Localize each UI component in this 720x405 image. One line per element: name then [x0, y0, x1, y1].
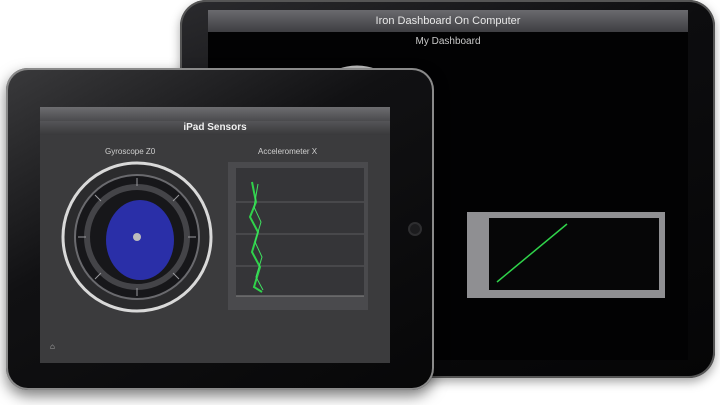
gauge-fill	[106, 200, 174, 280]
back-dashboard-title: My Dashboard	[415, 36, 481, 47]
home-button[interactable]	[410, 224, 420, 234]
right-panel-label: Accelerometer X	[258, 147, 318, 156]
back-line-chart	[467, 212, 665, 298]
front-dashboard-title: iPad Sensors	[40, 121, 390, 135]
back-title-bar: Iron Dashboard On Computer	[208, 10, 688, 32]
left-panel-label: Gyroscope Z0	[105, 147, 156, 156]
front-gyroscope-gauge	[61, 161, 213, 313]
front-accelerometer-chart	[228, 162, 368, 310]
home-icon[interactable]: ⌂	[50, 343, 58, 351]
front-title-bar	[40, 107, 390, 121]
